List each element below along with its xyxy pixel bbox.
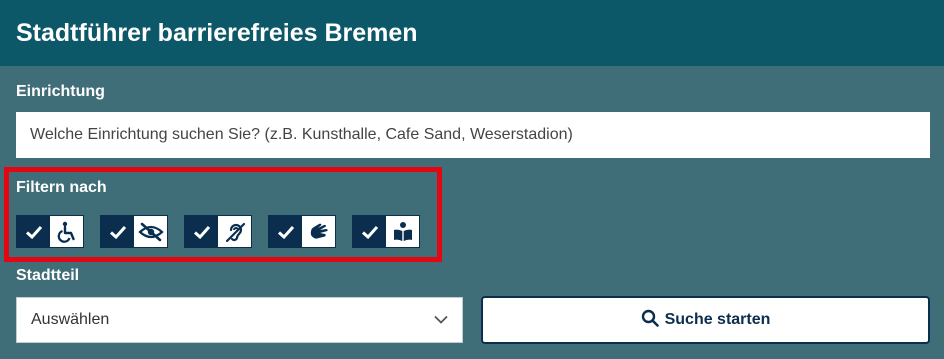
district-select-value: Auswählen [31, 311, 110, 328]
filter-visually-impaired[interactable] [100, 215, 168, 248]
checkmark-icon [17, 216, 50, 247]
filter-sign-language[interactable] [268, 215, 336, 248]
district-label: Stadtteil [16, 267, 80, 284]
search-button-label: Suche starten [664, 311, 771, 328]
checkmark-icon [101, 216, 134, 247]
search-icon [641, 309, 659, 332]
checkmark-icon [185, 216, 218, 247]
filter-wheelchair[interactable] [16, 215, 84, 248]
hearing-impaired-icon [218, 216, 251, 247]
page-header: Stadtführer barrierefreies Bremen [0, 0, 944, 66]
checkmark-icon [269, 216, 302, 247]
filter-label: Filtern nach [16, 179, 107, 196]
page-title: Stadtführer barrierefreies Bremen [16, 19, 418, 47]
sign-language-icon [302, 216, 335, 247]
facility-search-input[interactable] [16, 112, 930, 158]
search-button[interactable]: Suche starten [481, 296, 930, 344]
book-reader-icon [386, 216, 419, 247]
filter-hearing-impaired[interactable] [184, 215, 252, 248]
facility-label: Einrichtung [16, 83, 105, 100]
district-select[interactable]: Auswählen [16, 297, 463, 343]
filter-group [16, 215, 420, 248]
eye-slash-icon [134, 216, 167, 247]
filter-easy-language[interactable] [352, 215, 420, 248]
checkmark-icon [353, 216, 386, 247]
wheelchair-icon [50, 216, 83, 247]
chevron-down-icon [434, 311, 448, 329]
